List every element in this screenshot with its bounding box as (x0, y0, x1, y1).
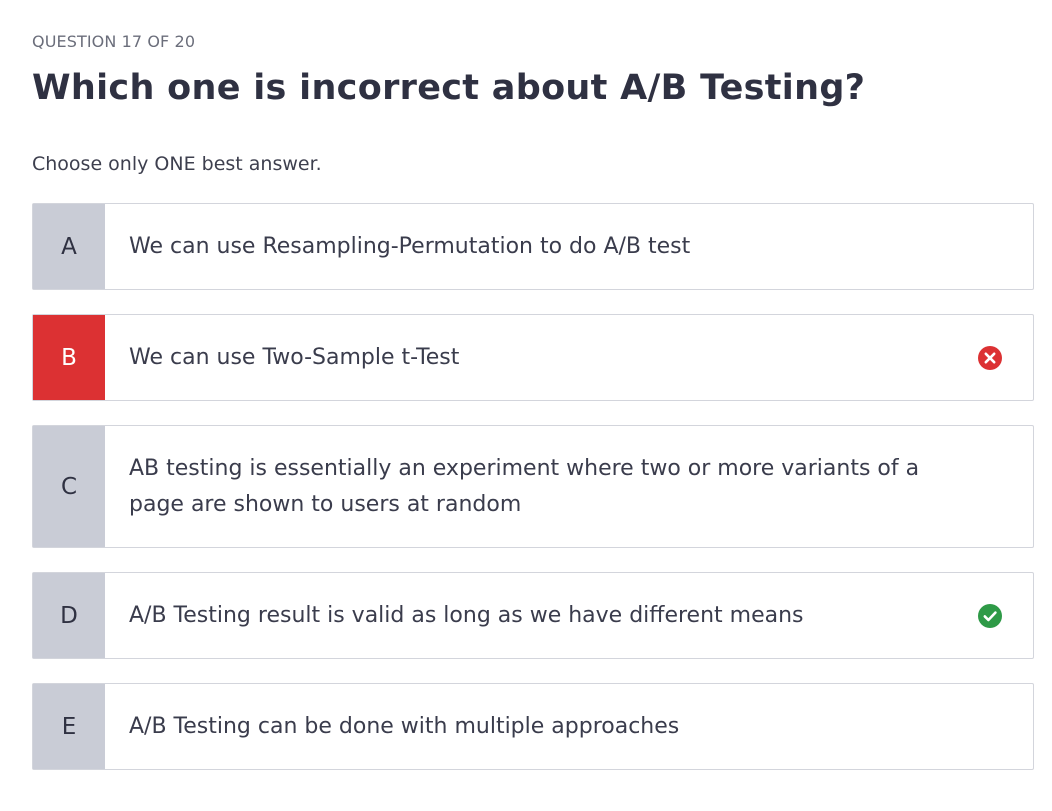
question-title: Which one is incorrect about A/B Testing… (32, 68, 866, 108)
question-counter: QUESTION 17 OF 20 (32, 32, 196, 51)
option-letter: E (33, 684, 105, 769)
option-letter: C (33, 426, 105, 547)
option-text: A/B Testing result is valid as long as w… (129, 602, 804, 628)
option-text-container: We can use Two-Sample t-Test (105, 315, 1033, 400)
answer-option-a[interactable]: A We can use Resampling-Permutation to d… (32, 203, 1034, 290)
check-circle-icon (978, 603, 1002, 628)
answer-option-c[interactable]: C AB testing is essentially an experimen… (32, 425, 1034, 548)
option-text-container: We can use Resampling-Permutation to do … (105, 204, 1033, 289)
answer-option-d[interactable]: D A/B Testing result is valid as long as… (32, 572, 1034, 659)
x-circle-icon (978, 345, 1002, 370)
option-text: We can use Resampling-Permutation to do … (129, 233, 691, 259)
answer-option-e[interactable]: E A/B Testing can be done with multiple … (32, 683, 1034, 770)
option-text: A/B Testing can be done with multiple ap… (129, 713, 680, 739)
option-text-container: A/B Testing can be done with multiple ap… (105, 684, 1033, 769)
answer-instruction: Choose only ONE best answer. (32, 153, 322, 175)
option-text: We can use Two-Sample t-Test (129, 344, 460, 370)
option-text: AB testing is essentially an experiment … (129, 455, 920, 517)
option-letter: B (33, 315, 105, 400)
option-text-container: AB testing is essentially an experiment … (105, 426, 1033, 547)
answer-option-b[interactable]: B We can use Two-Sample t-Test (32, 314, 1034, 401)
option-letter: A (33, 204, 105, 289)
option-text-container: A/B Testing result is valid as long as w… (105, 573, 1033, 658)
option-letter: D (33, 573, 105, 658)
answer-options-list: A We can use Resampling-Permutation to d… (32, 203, 1034, 794)
